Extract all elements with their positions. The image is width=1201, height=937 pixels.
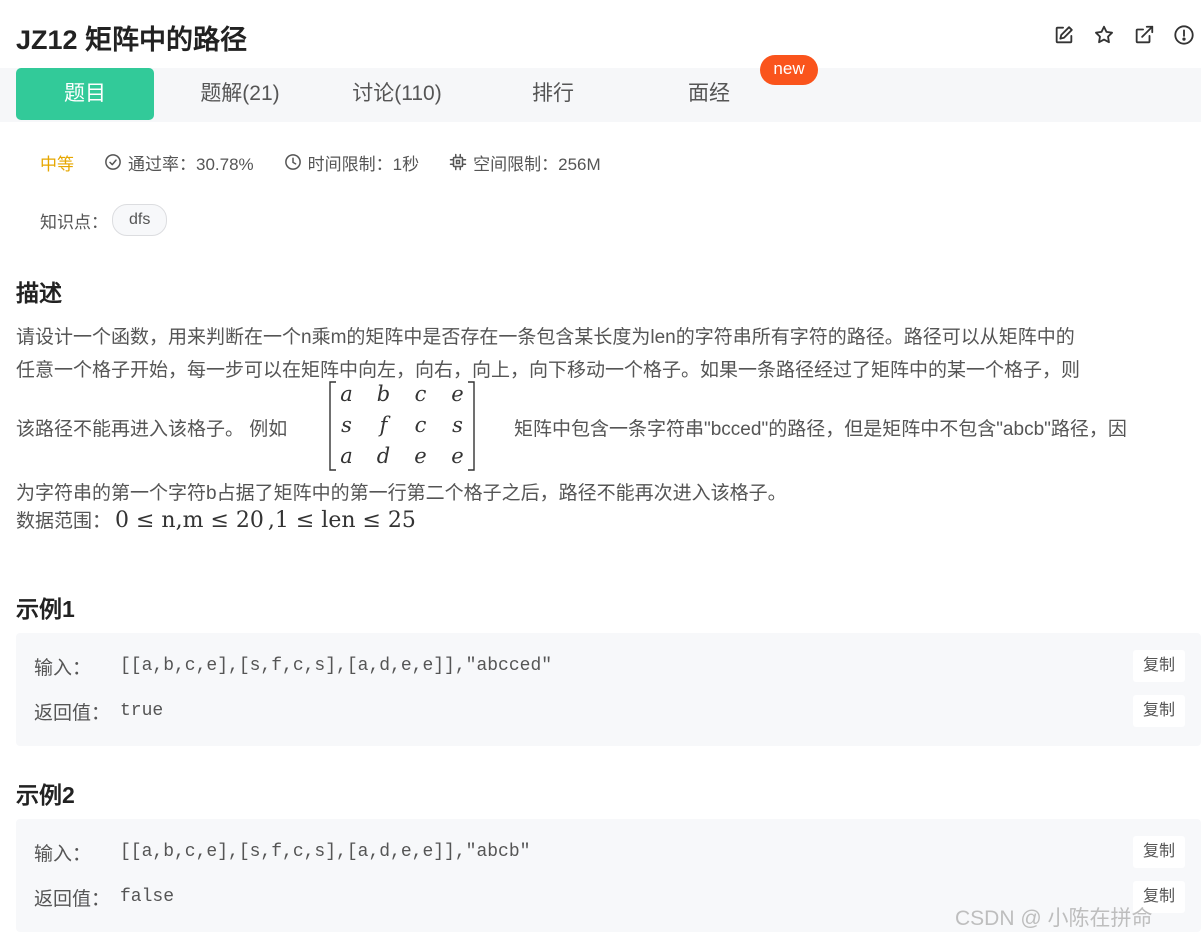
data-range-label: 数据范围：: [16, 511, 112, 532]
matrix-cell: a: [340, 444, 353, 468]
matrix-cell: s: [341, 413, 352, 437]
matrix-cell: e: [451, 444, 464, 468]
output-label: 返回值：: [34, 702, 111, 724]
input-label: 输入：: [34, 843, 92, 865]
example-input-row: 输入： [[a,b,c,e],[s,f,c,s],[a,d,e,e]],"abc…: [34, 650, 552, 682]
description-line: 任意一个格子开始，每一步可以在矩阵中向左，向右，向上，向下移动一个格子。如果一条…: [16, 360, 1081, 381]
tab-ranking[interactable]: 排行: [482, 68, 624, 120]
edit-icon[interactable]: [1051, 22, 1077, 48]
knowledge-label: 知识点：: [40, 212, 108, 232]
matrix-cell: e: [451, 382, 464, 406]
tab-problem[interactable]: 题目: [16, 68, 154, 120]
description-line: 为字符串的第一个字符b占据了矩阵中的第一行第二个格子之后，路径不能再次进入该格子…: [16, 483, 787, 504]
alert-icon[interactable]: [1171, 22, 1197, 48]
example-output-row: 返回值： false: [34, 881, 174, 913]
check-circle-icon: [105, 154, 121, 170]
time-limit-text: 时间限制：1秒: [307, 154, 420, 174]
example-1-box: 输入： [[a,b,c,e],[s,f,c,s],[a,d,e,e]],"abc…: [16, 633, 1201, 746]
example-input-row: 输入： [[a,b,c,e],[s,f,c,s],[a,d,e,e]],"abc…: [34, 836, 530, 868]
example-2-title: 示例2: [16, 782, 75, 808]
output-label: 返回值：: [34, 888, 111, 910]
time-limit: 时间限制：1秒: [284, 150, 419, 175]
space-limit: 空间限制：256M: [449, 150, 601, 175]
matrix-cell: e: [414, 444, 427, 468]
tab-discussion[interactable]: 讨论(110): [326, 68, 468, 120]
title-bar: JZ12 矩阵中的路径: [0, 0, 1201, 68]
space-limit-text: 空间限制：256M: [473, 154, 601, 174]
star-icon[interactable]: [1091, 22, 1117, 48]
example-output-value: false: [120, 887, 175, 907]
example-input-value: [[a,b,c,e],[s,f,c,s],[a,d,e,e]],"abcb": [120, 842, 531, 862]
watermark: CSDN @ 小陈在拼命: [955, 907, 1153, 930]
example-output-value: true: [120, 701, 164, 721]
tab-interview[interactable]: 面经: [638, 68, 780, 120]
pass-rate-text: 通过率：30.78%: [128, 154, 254, 174]
copy-output-button[interactable]: 复制: [1133, 695, 1185, 727]
data-range-math: ,1 ≤ len ≤ 25: [267, 508, 416, 533]
data-range: 数据范围： 0 ≤ n,m ≤ 20 ,1 ≤ len ≤ 25: [16, 506, 416, 533]
pass-rate: 通过率：30.78%: [104, 150, 254, 175]
chip-icon: [449, 153, 467, 171]
matrix-cell: b: [376, 382, 391, 406]
matrix-cell: s: [452, 413, 463, 437]
description-line: 矩阵中包含一条字符串"bcced"的路径，但是矩阵中不包含"abcb"路径，因: [514, 419, 1127, 440]
tab-bar: 题目 题解(21) 讨论(110) 排行 面经: [0, 68, 1201, 122]
problem-meta: 中等 通过率：30.78% 时间限制：1秒 空间限制：256M: [40, 150, 631, 174]
example-matrix: a b c e s f c s a d e e: [328, 380, 476, 472]
tab-solutions[interactable]: 题解(21): [170, 68, 310, 120]
title-actions: [1051, 22, 1197, 48]
description-line: 该路径不能再进入该格子。 例如: [16, 419, 288, 440]
data-range-math: 0 ≤ n,m ≤ 20: [115, 508, 264, 533]
page-title: JZ12 矩阵中的路径: [16, 25, 248, 55]
matrix-cell: a: [340, 382, 353, 406]
external-link-icon[interactable]: [1131, 22, 1157, 48]
example-1-title: 示例1: [16, 596, 75, 622]
matrix-cell: c: [414, 382, 427, 406]
matrix-cell: c: [414, 413, 427, 437]
description-title: 描述: [16, 280, 62, 306]
input-label: 输入：: [34, 657, 92, 679]
clock-icon: [284, 154, 301, 170]
copy-input-button[interactable]: 复制: [1133, 650, 1185, 682]
copy-input-button[interactable]: 复制: [1133, 836, 1185, 868]
example-input-value: [[a,b,c,e],[s,f,c,s],[a,d,e,e]],"abcced": [120, 656, 553, 676]
matrix-cell: f: [379, 413, 388, 437]
example-output-row: 返回值： true: [34, 695, 163, 727]
matrix-cell: d: [376, 444, 391, 468]
difficulty-label: 中等: [40, 154, 74, 174]
knowledge-points: 知识点： dfs: [40, 204, 168, 236]
tag-dfs[interactable]: dfs: [112, 204, 168, 236]
new-badge: new: [760, 55, 818, 85]
description-line: 请设计一个函数，用来判断在一个n乘m的矩阵中是否存在一条包含某长度为len的字符…: [16, 327, 1075, 348]
